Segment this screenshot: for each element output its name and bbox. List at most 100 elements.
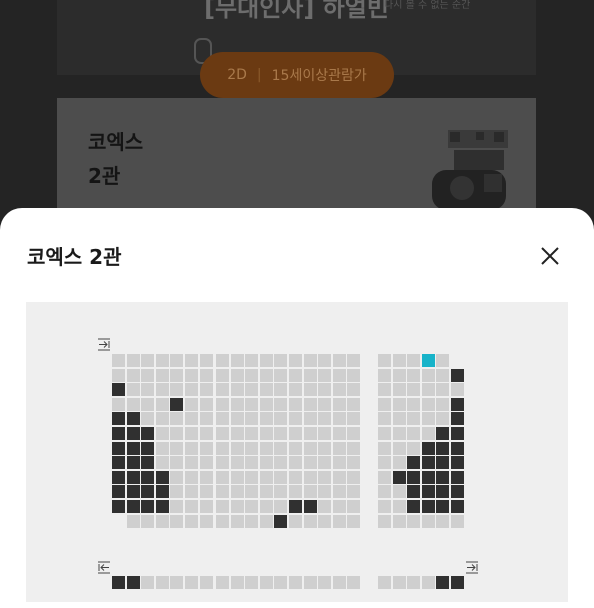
available-seat[interactable] xyxy=(230,412,244,426)
available-seat[interactable] xyxy=(392,576,406,589)
available-seat[interactable] xyxy=(170,470,184,484)
available-seat[interactable] xyxy=(407,383,421,397)
available-seat[interactable] xyxy=(318,412,332,426)
available-seat[interactable] xyxy=(245,427,259,440)
available-seat[interactable] xyxy=(230,576,244,589)
available-seat[interactable] xyxy=(332,354,346,367)
available-seat[interactable] xyxy=(141,354,155,367)
available-seat[interactable] xyxy=(245,441,259,455)
available-seat[interactable] xyxy=(421,368,435,382)
available-seat[interactable] xyxy=(245,576,259,589)
available-seat[interactable] xyxy=(421,397,435,411)
available-seat[interactable] xyxy=(185,427,198,440)
available-seat[interactable] xyxy=(332,576,346,589)
available-seat[interactable] xyxy=(318,397,332,411)
available-seat[interactable] xyxy=(259,470,273,484)
available-seat[interactable] xyxy=(332,514,346,528)
available-seat[interactable] xyxy=(199,470,213,484)
available-seat[interactable] xyxy=(170,368,184,382)
available-seat[interactable] xyxy=(407,354,421,367)
available-seat[interactable] xyxy=(216,485,229,499)
available-seat[interactable] xyxy=(378,456,391,470)
available-seat[interactable] xyxy=(421,576,435,589)
available-seat[interactable] xyxy=(347,576,361,589)
available-seat[interactable] xyxy=(155,441,169,455)
available-seat[interactable] xyxy=(185,383,198,397)
available-seat[interactable] xyxy=(421,412,435,426)
available-seat[interactable] xyxy=(303,412,317,426)
available-seat[interactable] xyxy=(185,485,198,499)
available-seat[interactable] xyxy=(230,441,244,455)
available-seat[interactable] xyxy=(289,576,302,589)
available-seat[interactable] xyxy=(259,383,273,397)
available-seat[interactable] xyxy=(303,397,317,411)
available-seat[interactable] xyxy=(332,470,346,484)
available-seat[interactable] xyxy=(289,397,302,411)
available-seat[interactable] xyxy=(303,427,317,440)
available-seat[interactable] xyxy=(170,354,184,367)
available-seat[interactable] xyxy=(378,412,391,426)
available-seat[interactable] xyxy=(216,514,229,528)
available-seat[interactable] xyxy=(392,485,406,499)
available-seat[interactable] xyxy=(112,368,125,382)
available-seat[interactable] xyxy=(216,500,229,513)
available-seat[interactable] xyxy=(318,470,332,484)
available-seat[interactable] xyxy=(347,412,361,426)
available-seat[interactable] xyxy=(126,368,140,382)
available-seat[interactable] xyxy=(185,514,198,528)
available-seat[interactable] xyxy=(112,397,125,411)
available-seat[interactable] xyxy=(421,427,435,440)
available-seat[interactable] xyxy=(126,514,140,528)
available-seat[interactable] xyxy=(216,456,229,470)
available-seat[interactable] xyxy=(170,456,184,470)
available-seat[interactable] xyxy=(245,514,259,528)
available-seat[interactable] xyxy=(185,500,198,513)
available-seat[interactable] xyxy=(318,441,332,455)
available-seat[interactable] xyxy=(259,368,273,382)
available-seat[interactable] xyxy=(199,397,213,411)
available-seat[interactable] xyxy=(378,500,391,513)
available-seat[interactable] xyxy=(407,427,421,440)
available-seat[interactable] xyxy=(392,368,406,382)
available-seat[interactable] xyxy=(289,427,302,440)
available-seat[interactable] xyxy=(245,368,259,382)
available-seat[interactable] xyxy=(378,354,391,367)
available-seat[interactable] xyxy=(216,470,229,484)
available-seat[interactable] xyxy=(155,576,169,589)
available-seat[interactable] xyxy=(289,514,302,528)
available-seat[interactable] xyxy=(436,368,450,382)
available-seat[interactable] xyxy=(289,485,302,499)
available-seat[interactable] xyxy=(378,485,391,499)
available-seat[interactable] xyxy=(259,441,273,455)
available-seat[interactable] xyxy=(230,456,244,470)
available-seat[interactable] xyxy=(170,500,184,513)
available-seat[interactable] xyxy=(126,397,140,411)
available-seat[interactable] xyxy=(216,383,229,397)
available-seat[interactable] xyxy=(245,500,259,513)
available-seat[interactable] xyxy=(289,441,302,455)
available-seat[interactable] xyxy=(199,456,213,470)
available-seat[interactable] xyxy=(347,383,361,397)
available-seat[interactable] xyxy=(332,397,346,411)
available-seat[interactable] xyxy=(141,383,155,397)
available-seat[interactable] xyxy=(451,514,464,528)
available-seat[interactable] xyxy=(230,427,244,440)
available-seat[interactable] xyxy=(289,354,302,367)
available-seat[interactable] xyxy=(318,456,332,470)
available-seat[interactable] xyxy=(318,500,332,513)
available-seat[interactable] xyxy=(216,368,229,382)
available-seat[interactable] xyxy=(155,427,169,440)
close-icon[interactable] xyxy=(534,240,566,272)
available-seat[interactable] xyxy=(199,485,213,499)
available-seat[interactable] xyxy=(289,456,302,470)
available-seat[interactable] xyxy=(141,412,155,426)
available-seat[interactable] xyxy=(289,368,302,382)
available-seat[interactable] xyxy=(185,354,198,367)
available-seat[interactable] xyxy=(274,397,288,411)
available-seat[interactable] xyxy=(170,412,184,426)
available-seat[interactable] xyxy=(407,397,421,411)
available-seat[interactable] xyxy=(230,470,244,484)
available-seat[interactable] xyxy=(185,576,198,589)
available-seat[interactable] xyxy=(378,368,391,382)
available-seat[interactable] xyxy=(289,470,302,484)
